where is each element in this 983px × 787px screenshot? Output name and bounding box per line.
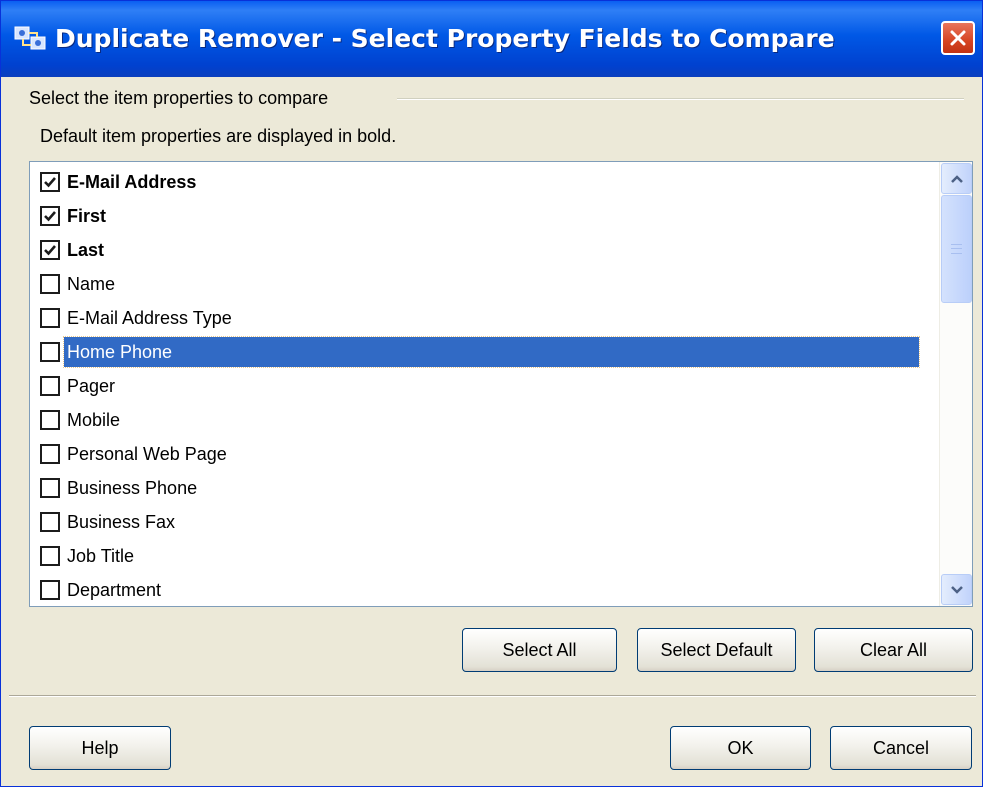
list-item[interactable]: Mobile [40,405,123,435]
checkbox-unchecked[interactable] [40,274,60,294]
list-item-label: First [67,206,107,226]
list-item-label: E-Mail Address [67,172,197,192]
list-item[interactable]: E-Mail Address [40,167,199,197]
vertical-scrollbar[interactable] [939,162,972,606]
bold-hint-text: Default item properties are displayed in… [40,126,397,146]
list-item[interactable]: Department [40,575,164,605]
checkbox-checked[interactable] [40,172,60,192]
checkbox-unchecked[interactable] [40,342,60,362]
ok-button[interactable]: OK [670,726,811,770]
list-item-label: Personal Web Page [67,444,227,464]
close-icon [950,30,966,46]
list-item[interactable]: Personal Web Page [40,439,230,469]
list-item[interactable]: Business Fax [40,507,178,537]
window-title: Duplicate Remover - Select Property Fiel… [55,24,835,53]
checkbox-unchecked[interactable] [40,580,60,600]
select-all-button[interactable]: Select All [462,628,617,672]
scroll-up-button[interactable] [941,163,972,194]
dialog-window: Duplicate Remover - Select Property Fiel… [0,0,983,787]
checkmark-icon [44,177,56,188]
list-item-label: Job Title [67,546,135,566]
scroll-thumb[interactable] [941,195,972,303]
list-item-label: Business Fax [67,512,176,532]
app-icon [14,26,46,50]
clear-all-button[interactable]: Clear All [814,628,973,672]
help-button[interactable]: Help [29,726,171,770]
list-item-label: E-Mail Address Type [67,308,232,328]
footer-separator [9,695,976,697]
list-item-label: Pager [67,376,116,396]
cancel-button[interactable]: Cancel [830,726,972,770]
title-bar[interactable]: Duplicate Remover - Select Property Fiel… [1,1,982,77]
checkbox-checked[interactable] [40,240,60,260]
list-item-label: Mobile [67,410,121,430]
list-item[interactable]: Last [40,235,107,265]
list-item[interactable]: Name [40,269,118,299]
checkbox-unchecked[interactable] [40,478,60,498]
list-item[interactable]: Job Title [40,541,137,571]
checkbox-unchecked[interactable] [40,410,60,430]
grip-icon [951,244,962,254]
chevron-down-icon [950,585,963,594]
list-item-label: Department [67,580,162,600]
checkbox-unchecked[interactable] [40,546,60,566]
checkbox-unchecked[interactable] [40,512,60,532]
group-divider [397,98,964,100]
scroll-down-button[interactable] [941,574,972,605]
list-item[interactable]: First [40,201,109,231]
checkbox-unchecked[interactable] [40,376,60,396]
close-button[interactable] [941,21,975,55]
checkmark-icon [44,245,56,256]
select-default-button[interactable]: Select Default [637,628,796,672]
list-item-label: Last [67,240,105,260]
list-item-label: Name [67,274,116,294]
list-item[interactable]: Pager [40,371,118,401]
list-item[interactable]: E-Mail Address Type [40,303,235,333]
checkmark-icon [44,211,56,222]
dialog-client: Select the item properties to compare De… [9,77,976,780]
list-item-label: Home Phone [63,336,920,368]
list-item[interactable]: Home Phone [40,336,920,368]
list-item-label: Business Phone [67,478,198,498]
checkbox-unchecked[interactable] [40,444,60,464]
property-list[interactable]: E-Mail Address First Last Name E-Mail Addres… [29,161,973,607]
list-item[interactable]: Business Phone [40,473,200,503]
chevron-up-icon [950,174,963,183]
checkbox-unchecked[interactable] [40,308,60,328]
group-label: Select the item properties to compare [29,88,329,108]
checkbox-checked[interactable] [40,206,60,226]
